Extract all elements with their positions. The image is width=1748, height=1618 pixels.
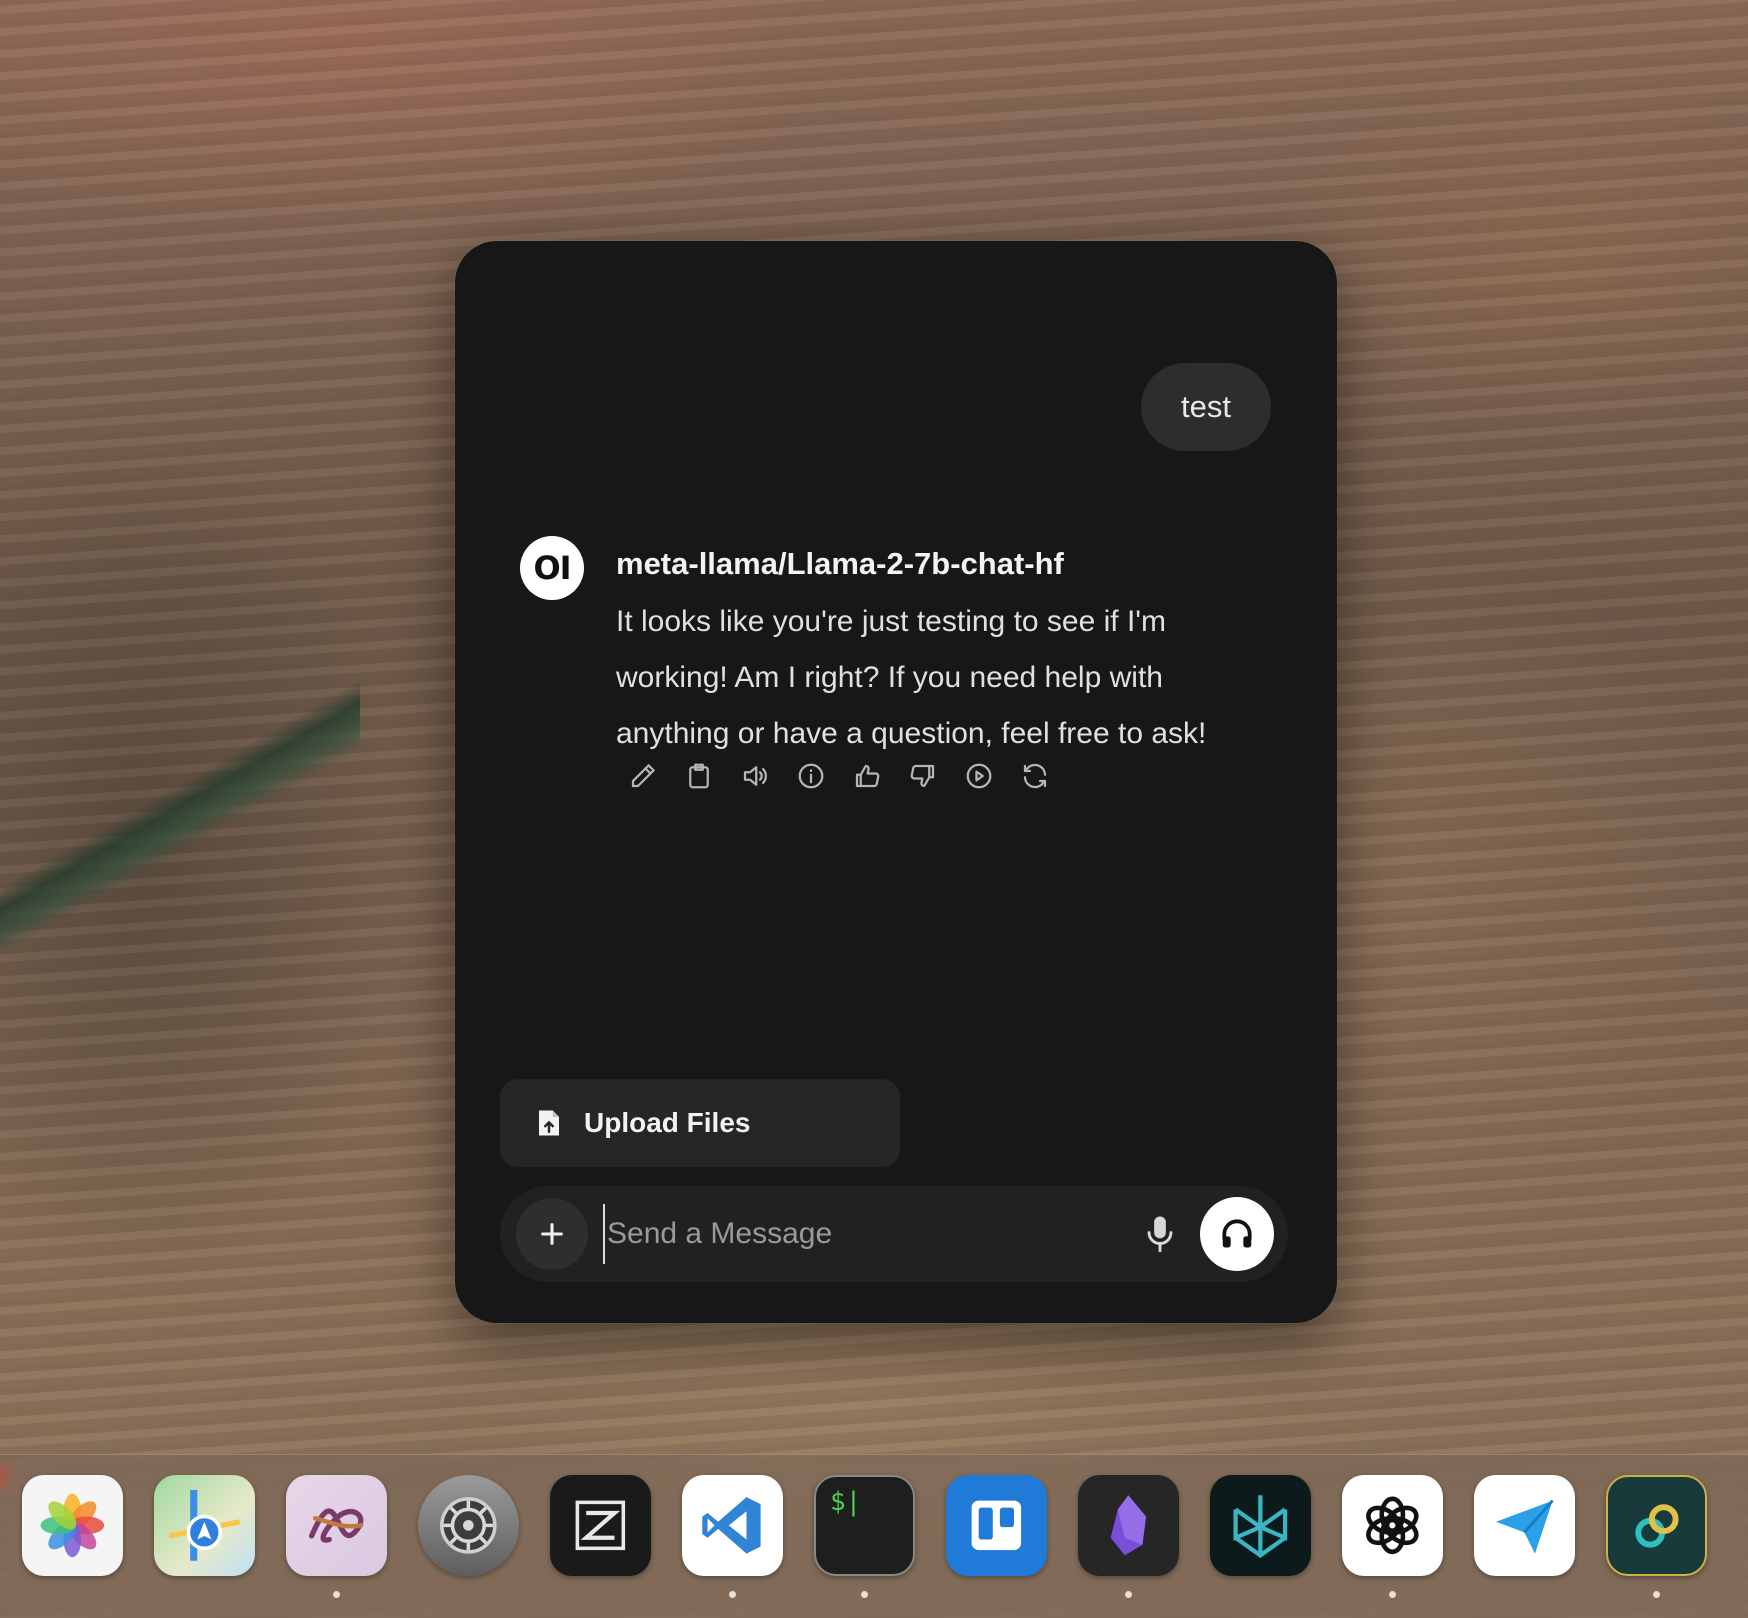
upload-files-button[interactable]: Upload Files: [500, 1079, 900, 1167]
info-icon: [798, 763, 824, 789]
thumbs-down-button[interactable]: [905, 758, 941, 794]
running-indicator: [1125, 1591, 1132, 1598]
dock-slot-zed: [550, 1475, 651, 1576]
message-input[interactable]: [603, 1204, 1103, 1264]
read-aloud-button[interactable]: [737, 758, 773, 794]
copy-icon: [689, 763, 709, 789]
creative-app-icon[interactable]: [286, 1475, 387, 1576]
thumbs-up-button[interactable]: [849, 758, 885, 794]
message-composer: [500, 1186, 1288, 1282]
avatar-text: OI: [533, 549, 571, 587]
obsidian-app-icon[interactable]: [1078, 1475, 1179, 1576]
gear-icon: [440, 1497, 497, 1554]
maps-icon: [169, 1490, 240, 1561]
read-aloud-icon: [743, 766, 767, 786]
thumbs-up-icon: [855, 764, 880, 788]
dock-slot-maps: [154, 1475, 255, 1576]
dock-slot-terminal: $|: [814, 1475, 915, 1598]
maps-app-icon[interactable]: [154, 1475, 255, 1576]
dock-slot-photos: [22, 1475, 123, 1576]
paper-plane-icon: [1496, 1499, 1554, 1554]
edit-icon: [631, 764, 655, 788]
dock-slot-telegram: [1474, 1475, 1575, 1576]
edit-button[interactable]: [625, 758, 661, 794]
photos-icon: [40, 1493, 105, 1558]
voice-call-button[interactable]: [1200, 1197, 1274, 1271]
user-message-text: test: [1181, 389, 1231, 424]
info-button[interactable]: [793, 758, 829, 794]
running-indicator: [729, 1591, 736, 1598]
file-upload-icon: [539, 1110, 559, 1136]
headphones-icon: [1222, 1219, 1252, 1248]
microphone-icon: [1147, 1216, 1173, 1253]
obsidian-icon: [1110, 1495, 1147, 1556]
continue-button[interactable]: [961, 758, 997, 794]
wallpaper-river: [0, 640, 360, 1020]
thumbs-down-icon: [910, 764, 935, 788]
upload-files-label: Upload Files: [584, 1107, 751, 1138]
openai-icon: [1366, 1496, 1419, 1555]
running-indicator: [333, 1591, 340, 1598]
dock-slot-chatgpt: [1342, 1475, 1443, 1598]
chatgpt-app-icon[interactable]: [1342, 1475, 1443, 1576]
linked-app-icon[interactable]: [1606, 1475, 1707, 1576]
trello-icon: [971, 1500, 1022, 1551]
dock-slot-trello: [946, 1475, 1047, 1576]
perplexity-icon: [1233, 1495, 1288, 1559]
add-attachment-button[interactable]: [516, 1198, 588, 1270]
trello-app-icon[interactable]: [946, 1475, 1047, 1576]
dock-slot-linked-app: [1606, 1475, 1707, 1598]
regenerate-button[interactable]: [1017, 758, 1053, 794]
dock-slot-perplexity: [1210, 1475, 1311, 1576]
dock: $|: [0, 1454, 1748, 1618]
chat-window: test OI meta-llama/Llama-2-7b-chat-hf It…: [455, 241, 1337, 1323]
message-actions: [625, 758, 1053, 794]
running-indicator: [1653, 1591, 1660, 1598]
dock-slot-vscode: [682, 1475, 783, 1598]
zed-app-icon[interactable]: [550, 1475, 651, 1576]
vscode-icon: [702, 1497, 761, 1554]
telegram-app-icon[interactable]: [1474, 1475, 1575, 1576]
regenerate-icon: [1023, 763, 1047, 789]
system-settings-app-icon[interactable]: [418, 1475, 519, 1576]
terminal-glyph: $|: [830, 1487, 862, 1517]
dock-slot-creative-app: [286, 1475, 387, 1598]
assistant-reply-text: It looks like you're just testing to see…: [616, 605, 1207, 750]
user-message-bubble: test: [1141, 363, 1271, 451]
squiggle-icon: [309, 1508, 364, 1543]
copy-button[interactable]: [681, 758, 717, 794]
continue-icon: [966, 763, 992, 789]
voice-input-button[interactable]: [1136, 1210, 1184, 1258]
photos-app-icon[interactable]: [22, 1475, 123, 1576]
zed-icon: [575, 1500, 626, 1551]
model-name: meta-llama/Llama-2-7b-chat-hf: [616, 546, 1064, 581]
running-indicator: [1389, 1591, 1396, 1598]
model-avatar: OI: [520, 536, 584, 600]
dock-slot-system-settings: [418, 1475, 519, 1576]
running-indicator: [861, 1591, 868, 1598]
vscode-app-icon[interactable]: [682, 1475, 783, 1576]
link-circles-icon: [1634, 1503, 1679, 1548]
terminal-app-icon[interactable]: $|: [814, 1475, 915, 1576]
plus-icon: [541, 1223, 563, 1245]
dock-items: $|: [22, 1475, 1707, 1598]
dock-slot-obsidian: [1078, 1475, 1179, 1598]
perplexity-app-icon[interactable]: [1210, 1475, 1311, 1576]
